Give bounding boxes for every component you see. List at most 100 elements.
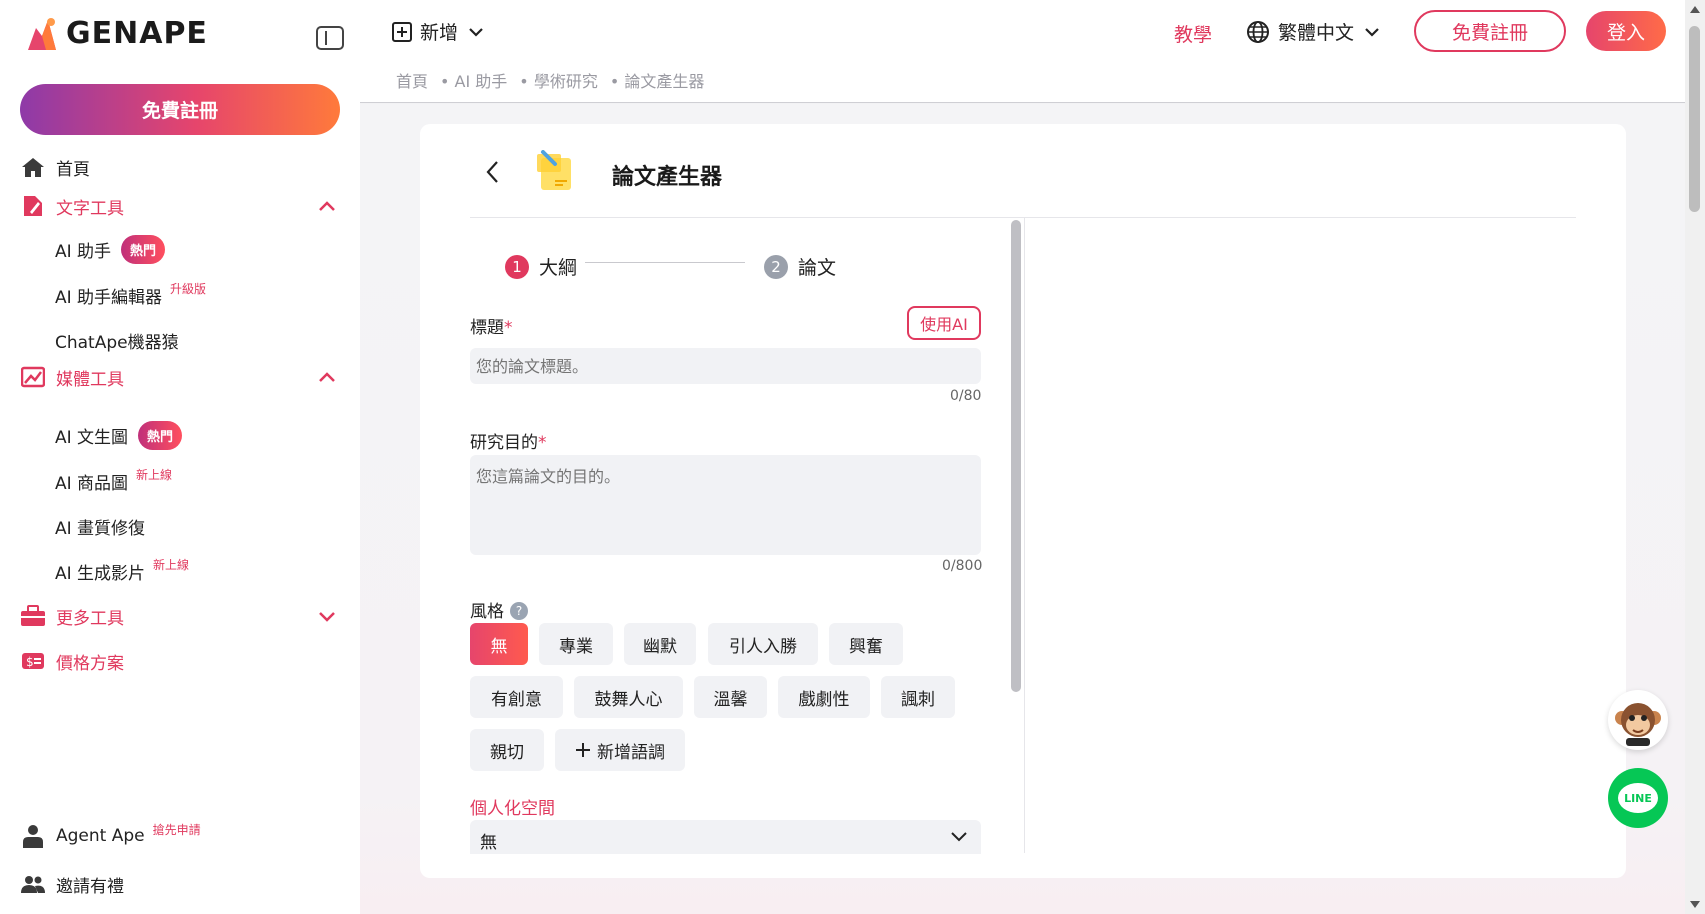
sidebar-section-media-tools[interactable]: 媒體工具 — [20, 363, 124, 391]
sidebar-item-label: AI 助手 — [55, 241, 112, 262]
sidebar-item-label: AI 商品圖 — [55, 473, 129, 494]
use-ai-button[interactable]: 使用AI — [907, 306, 981, 340]
style-chip-inspiring[interactable]: 鼓舞人心 — [574, 676, 683, 718]
breadcrumb-ai-assistant[interactable]: • AI 助手 — [440, 68, 507, 92]
brand-logo[interactable]: GENAPE — [24, 14, 208, 52]
hot-badge: 熱門 — [121, 234, 166, 264]
page-scrollbar[interactable] — [1685, 0, 1705, 914]
upgrade-badge: 升級版 — [170, 281, 207, 296]
hot-badge: 熱門 — [138, 420, 183, 450]
sidebar-section-text-tools[interactable]: 文字工具 — [20, 192, 124, 220]
step-outline[interactable]: 1 大綱 — [505, 253, 577, 280]
chevron-down-icon — [1365, 27, 1379, 37]
sidebar-item-ai-assistant-editor[interactable]: AI 助手編輯器 升級版 — [55, 280, 206, 310]
sidebar-item-ai-image-restore[interactable]: AI 畫質修復 — [55, 511, 145, 541]
breadcrumb-current: • 論文產生器 — [609, 72, 705, 91]
new-badge: 新上線 — [136, 467, 173, 482]
sidebar-section-label: 文字工具 — [56, 198, 124, 219]
language-label: 繁體中文 — [1278, 22, 1355, 44]
style-label-text: 風格 — [470, 602, 504, 622]
style-chip-friendly[interactable]: 親切 — [470, 729, 544, 771]
sidebar-section-label: 更多工具 — [56, 608, 124, 629]
sidebar-section-label: 媒體工具 — [56, 369, 124, 390]
breadcrumb-home[interactable]: 首頁 — [396, 68, 428, 92]
style-chip-warm[interactable]: 溫馨 — [694, 676, 767, 718]
style-chip-excited[interactable]: 興奮 — [829, 623, 903, 665]
help-icon[interactable]: ? — [510, 602, 528, 620]
chevron-down-icon[interactable] — [316, 605, 338, 627]
genape-logo-icon — [28, 18, 56, 50]
agent-user-icon — [20, 823, 46, 849]
style-chip-creative[interactable]: 有創意 — [470, 676, 563, 718]
monkey-icon — [1615, 703, 1661, 746]
scroll-up-icon[interactable] — [1690, 6, 1700, 13]
style-chip-dramatic[interactable]: 戲劇性 — [778, 676, 870, 718]
globe-icon — [1247, 20, 1269, 43]
purpose-textarea[interactable] — [470, 455, 981, 555]
sidebar-collapse-icon[interactable] — [316, 26, 344, 50]
plus-square-icon — [392, 21, 412, 42]
personal-space-label: 個人化空間 — [470, 799, 555, 819]
line-chat-button[interactable]: LINE — [1608, 768, 1668, 828]
sidebar-section-pricing[interactable]: $ 價格方案 — [20, 647, 124, 675]
breadcrumb-academic[interactable]: • 學術研究 — [519, 68, 598, 92]
form-scrollbar[interactable] — [1011, 220, 1021, 692]
title-input[interactable] — [470, 348, 981, 384]
purpose-label: 研究目的* — [470, 428, 547, 453]
step-paper[interactable]: 2 論文 — [764, 253, 836, 280]
back-arrow-icon[interactable] — [482, 158, 504, 186]
required-mark: * — [538, 433, 547, 453]
pricing-icon: $ — [20, 648, 46, 674]
add-tone-button[interactable]: 新增語調 — [555, 729, 685, 771]
scroll-down-icon[interactable] — [1690, 901, 1700, 908]
chevron-up-icon[interactable] — [316, 195, 338, 217]
sidebar-item-agent-ape[interactable]: Agent Ape 搶先申請 — [20, 822, 201, 850]
step-label: 大綱 — [539, 257, 578, 279]
sidebar-item-home[interactable]: 首頁 — [20, 153, 90, 181]
column-divider — [1024, 218, 1025, 853]
style-chip-engaging[interactable]: 引人入勝 — [708, 623, 818, 665]
sidebar-item-label: AI 畫質修復 — [55, 518, 146, 539]
sidebar-section-more-tools[interactable]: 更多工具 — [20, 602, 124, 630]
sidebar-register-button[interactable]: 免費註冊 — [20, 84, 340, 135]
sidebar-item-chatape[interactable]: ChatApe機器猿 — [55, 325, 179, 355]
breadcrumb: 首頁 • AI 助手 • 學術研究 • 論文產生器 — [396, 68, 704, 92]
header-login-button[interactable]: 登入 — [1586, 11, 1666, 51]
header-register-button[interactable]: 免費註冊 — [1414, 10, 1566, 52]
sidebar-item-ai-text-to-image[interactable]: AI 文生圖 熱門 — [55, 420, 183, 450]
new-dropdown-button[interactable]: 新增 — [392, 18, 486, 45]
svg-text:$: $ — [26, 655, 34, 669]
sidebar-item-ai-video[interactable]: AI 生成影片 新上線 — [55, 556, 189, 586]
title-label: 標題* — [470, 313, 513, 338]
title-label-text: 標題 — [470, 318, 504, 338]
sidebar-item-label: AI 生成影片 — [55, 563, 146, 584]
brand-name: GENAPE — [66, 15, 208, 51]
style-chip-sarcastic[interactable]: 諷刺 — [881, 676, 955, 718]
toolbox-icon — [20, 603, 46, 629]
required-mark: * — [504, 318, 513, 338]
language-selector[interactable]: 繁體中文 — [1246, 18, 1382, 45]
chevron-down-icon — [469, 27, 483, 37]
chatape-assistant-avatar[interactable] — [1608, 690, 1668, 750]
style-chip-none[interactable]: 無 — [470, 623, 528, 665]
personal-space-value: 無 — [480, 833, 497, 853]
step-number: 2 — [764, 254, 788, 279]
new-badge: 新上線 — [153, 557, 190, 572]
plus-icon — [576, 743, 590, 757]
step-connector — [585, 262, 745, 263]
tutorial-link[interactable]: 教學 — [1174, 20, 1212, 47]
chevron-up-icon[interactable] — [316, 366, 338, 388]
sidebar-item-ai-product-image[interactable]: AI 商品圖 新上線 — [55, 466, 172, 496]
pen-tool-icon — [20, 193, 46, 219]
line-icon: LINE — [1618, 783, 1658, 813]
page-scroll-thumb[interactable] — [1689, 26, 1700, 212]
new-label: 新增 — [420, 22, 459, 44]
sidebar-item-invite[interactable]: 邀請有禮 — [20, 870, 124, 898]
sidebar-item-ai-assistant[interactable]: AI 助手 熱門 — [55, 234, 166, 264]
top-header: 新增 首頁 • AI 助手 • 學術研究 • 論文產生器 教學 繁體中文 免費註… — [360, 0, 1685, 103]
style-chip-humorous[interactable]: 幽默 — [624, 623, 696, 665]
sidebar-item-label: AI 助手編輯器 — [55, 287, 163, 308]
style-chip-professional[interactable]: 專業 — [539, 623, 613, 665]
home-icon — [20, 154, 46, 180]
personal-space-select[interactable]: 無 — [470, 820, 981, 854]
